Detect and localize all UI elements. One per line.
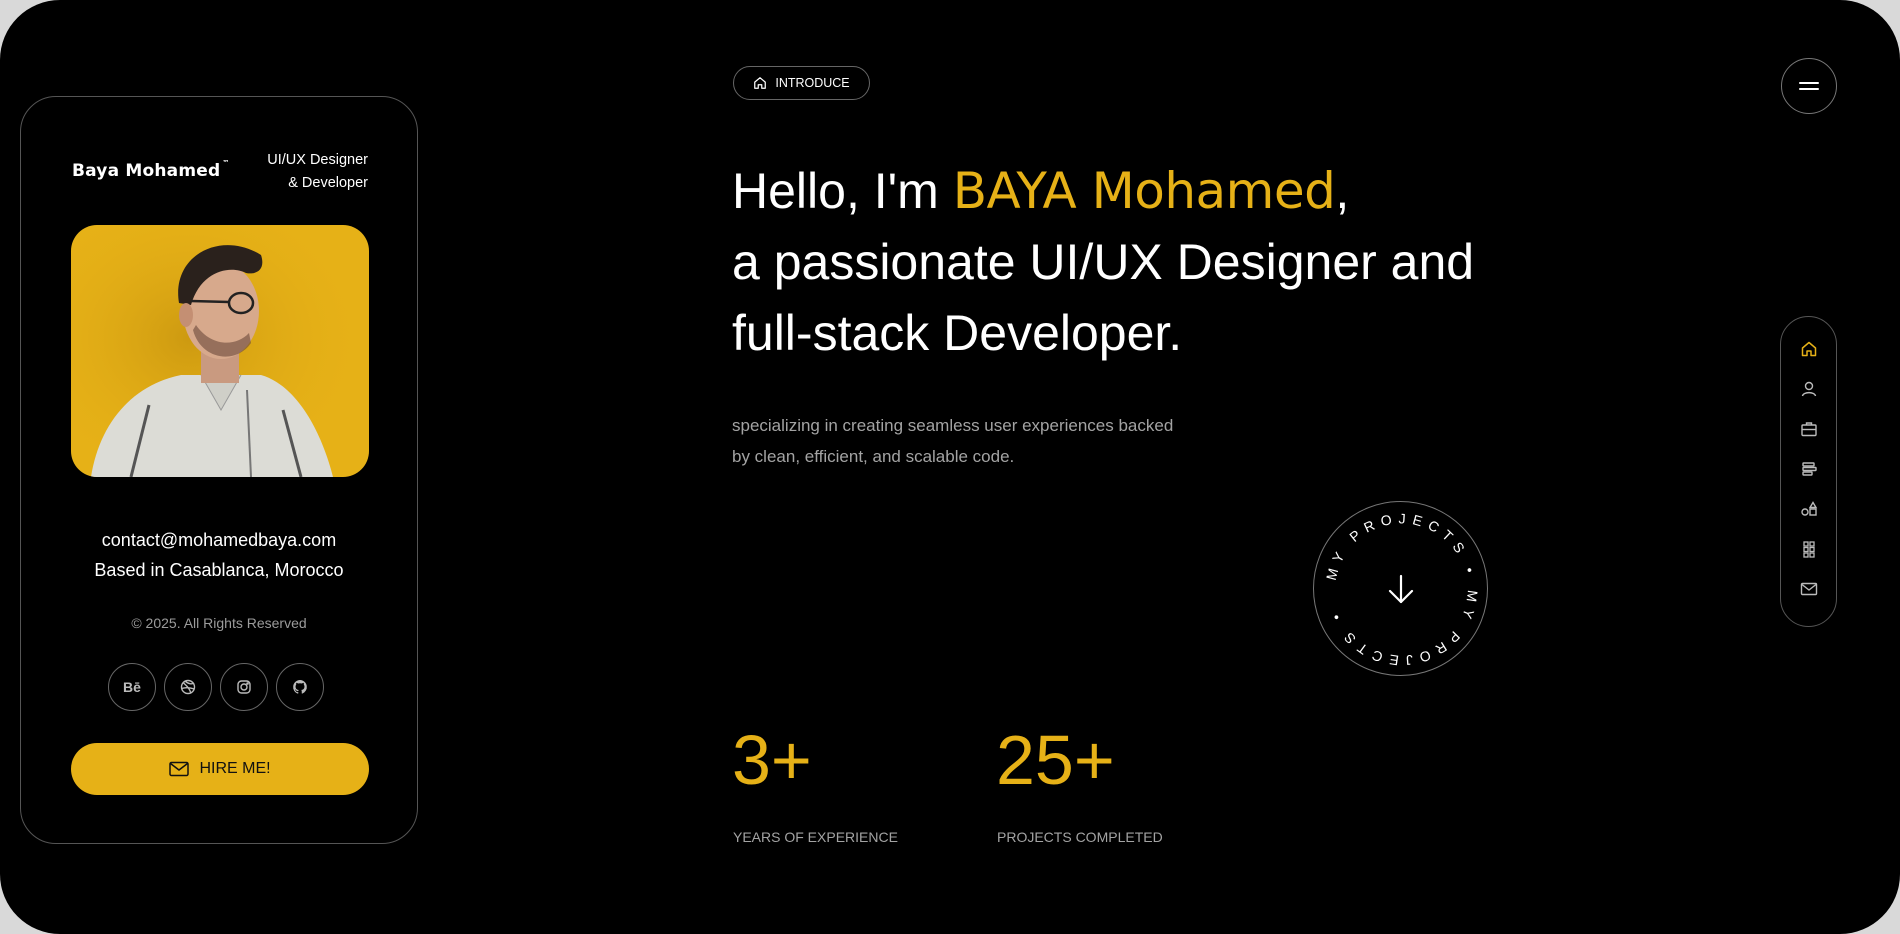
contact-email[interactable]: contact@mohamedbaya.com: [21, 530, 417, 551]
social-links: Bē: [108, 663, 324, 711]
hire-me-button[interactable]: HIRE ME!: [71, 743, 369, 795]
nav-portfolio[interactable]: [1799, 539, 1819, 559]
hamburger-icon: [1799, 82, 1819, 90]
shapes-icon: [1800, 501, 1817, 516]
hire-me-label: HIRE ME!: [199, 760, 271, 777]
stat-projects-value: 25+: [996, 721, 1115, 799]
stat-experience-label: YEARS OF EXPERIENCE: [733, 829, 898, 845]
github-icon: [293, 680, 307, 694]
nav-skills[interactable]: [1799, 499, 1819, 519]
headline-line-2: a passionate UI/UX Designer and: [732, 234, 1475, 290]
profile-photo: [71, 225, 369, 477]
behance-icon: Bē: [123, 679, 141, 695]
my-projects-button[interactable]: MY PROJECTS • MY PROJECTS •: [1313, 501, 1488, 676]
role-line-1: UI/UX Designer: [267, 152, 368, 168]
subtitle-line-1: specializing in creating seamless user e…: [732, 416, 1174, 435]
nav-home[interactable]: [1799, 339, 1819, 359]
profile-card: Baya Mohamed ™ UI/UX Designer & Developer: [20, 96, 418, 844]
github-link[interactable]: [276, 663, 324, 711]
headline-prefix: Hello, I'm: [732, 163, 953, 219]
role-line-2: & Developer: [288, 175, 368, 191]
briefcase-icon: [1800, 422, 1817, 437]
instagram-icon: [237, 680, 251, 694]
nav-services[interactable]: [1799, 459, 1819, 479]
hero-subtitle: specializing in creating seamless user e…: [732, 410, 1232, 472]
brand-logo[interactable]: Baya Mohamed ™: [72, 159, 230, 181]
brand-name: Baya Mohamed: [72, 161, 221, 181]
headline-name: BAYA Mohamed: [952, 162, 1336, 220]
home-icon: [1801, 341, 1816, 357]
role-text: UI/UX Designer & Developer: [267, 149, 368, 195]
home-icon: [754, 77, 767, 89]
headline-comma: ,: [1335, 163, 1350, 219]
arrow-down-icon: [1388, 574, 1414, 604]
side-navigation: [1780, 316, 1837, 627]
trademark-mark: ™: [222, 159, 230, 168]
mail-icon: [169, 761, 190, 777]
dribbble-link[interactable]: [164, 663, 212, 711]
menu-button[interactable]: [1781, 58, 1837, 114]
subtitle-line-2: by clean, efficient, and scalable code.: [732, 447, 1015, 466]
introduce-badge: INTRODUCE: [733, 66, 870, 100]
copyright-text: © 2025. All Rights Reserved: [131, 615, 307, 631]
location-text: Based in Casablanca, Morocco: [94, 560, 344, 580]
hero-headline: Hello, I'm BAYA Mohamed, a passionate UI…: [732, 156, 1632, 369]
user-icon: [1801, 381, 1816, 397]
page-frame: Baya Mohamed ™ UI/UX Designer & Developer: [0, 0, 1900, 934]
nav-about[interactable]: [1799, 379, 1819, 399]
dribbble-icon: [180, 679, 196, 695]
stat-projects-label: PROJECTS COMPLETED: [997, 829, 1163, 845]
stat-experience-value: 3+: [732, 721, 812, 799]
grid-icon: [1802, 541, 1815, 558]
headline-line-3: full-stack Developer.: [732, 305, 1183, 361]
align-left-icon: [1801, 462, 1817, 476]
nav-contact[interactable]: [1799, 579, 1819, 599]
behance-link[interactable]: Bē: [108, 663, 156, 711]
introduce-label: INTRODUCE: [775, 76, 850, 90]
instagram-link[interactable]: [220, 663, 268, 711]
nav-resume[interactable]: [1799, 419, 1819, 439]
mail-icon: [1800, 582, 1817, 596]
